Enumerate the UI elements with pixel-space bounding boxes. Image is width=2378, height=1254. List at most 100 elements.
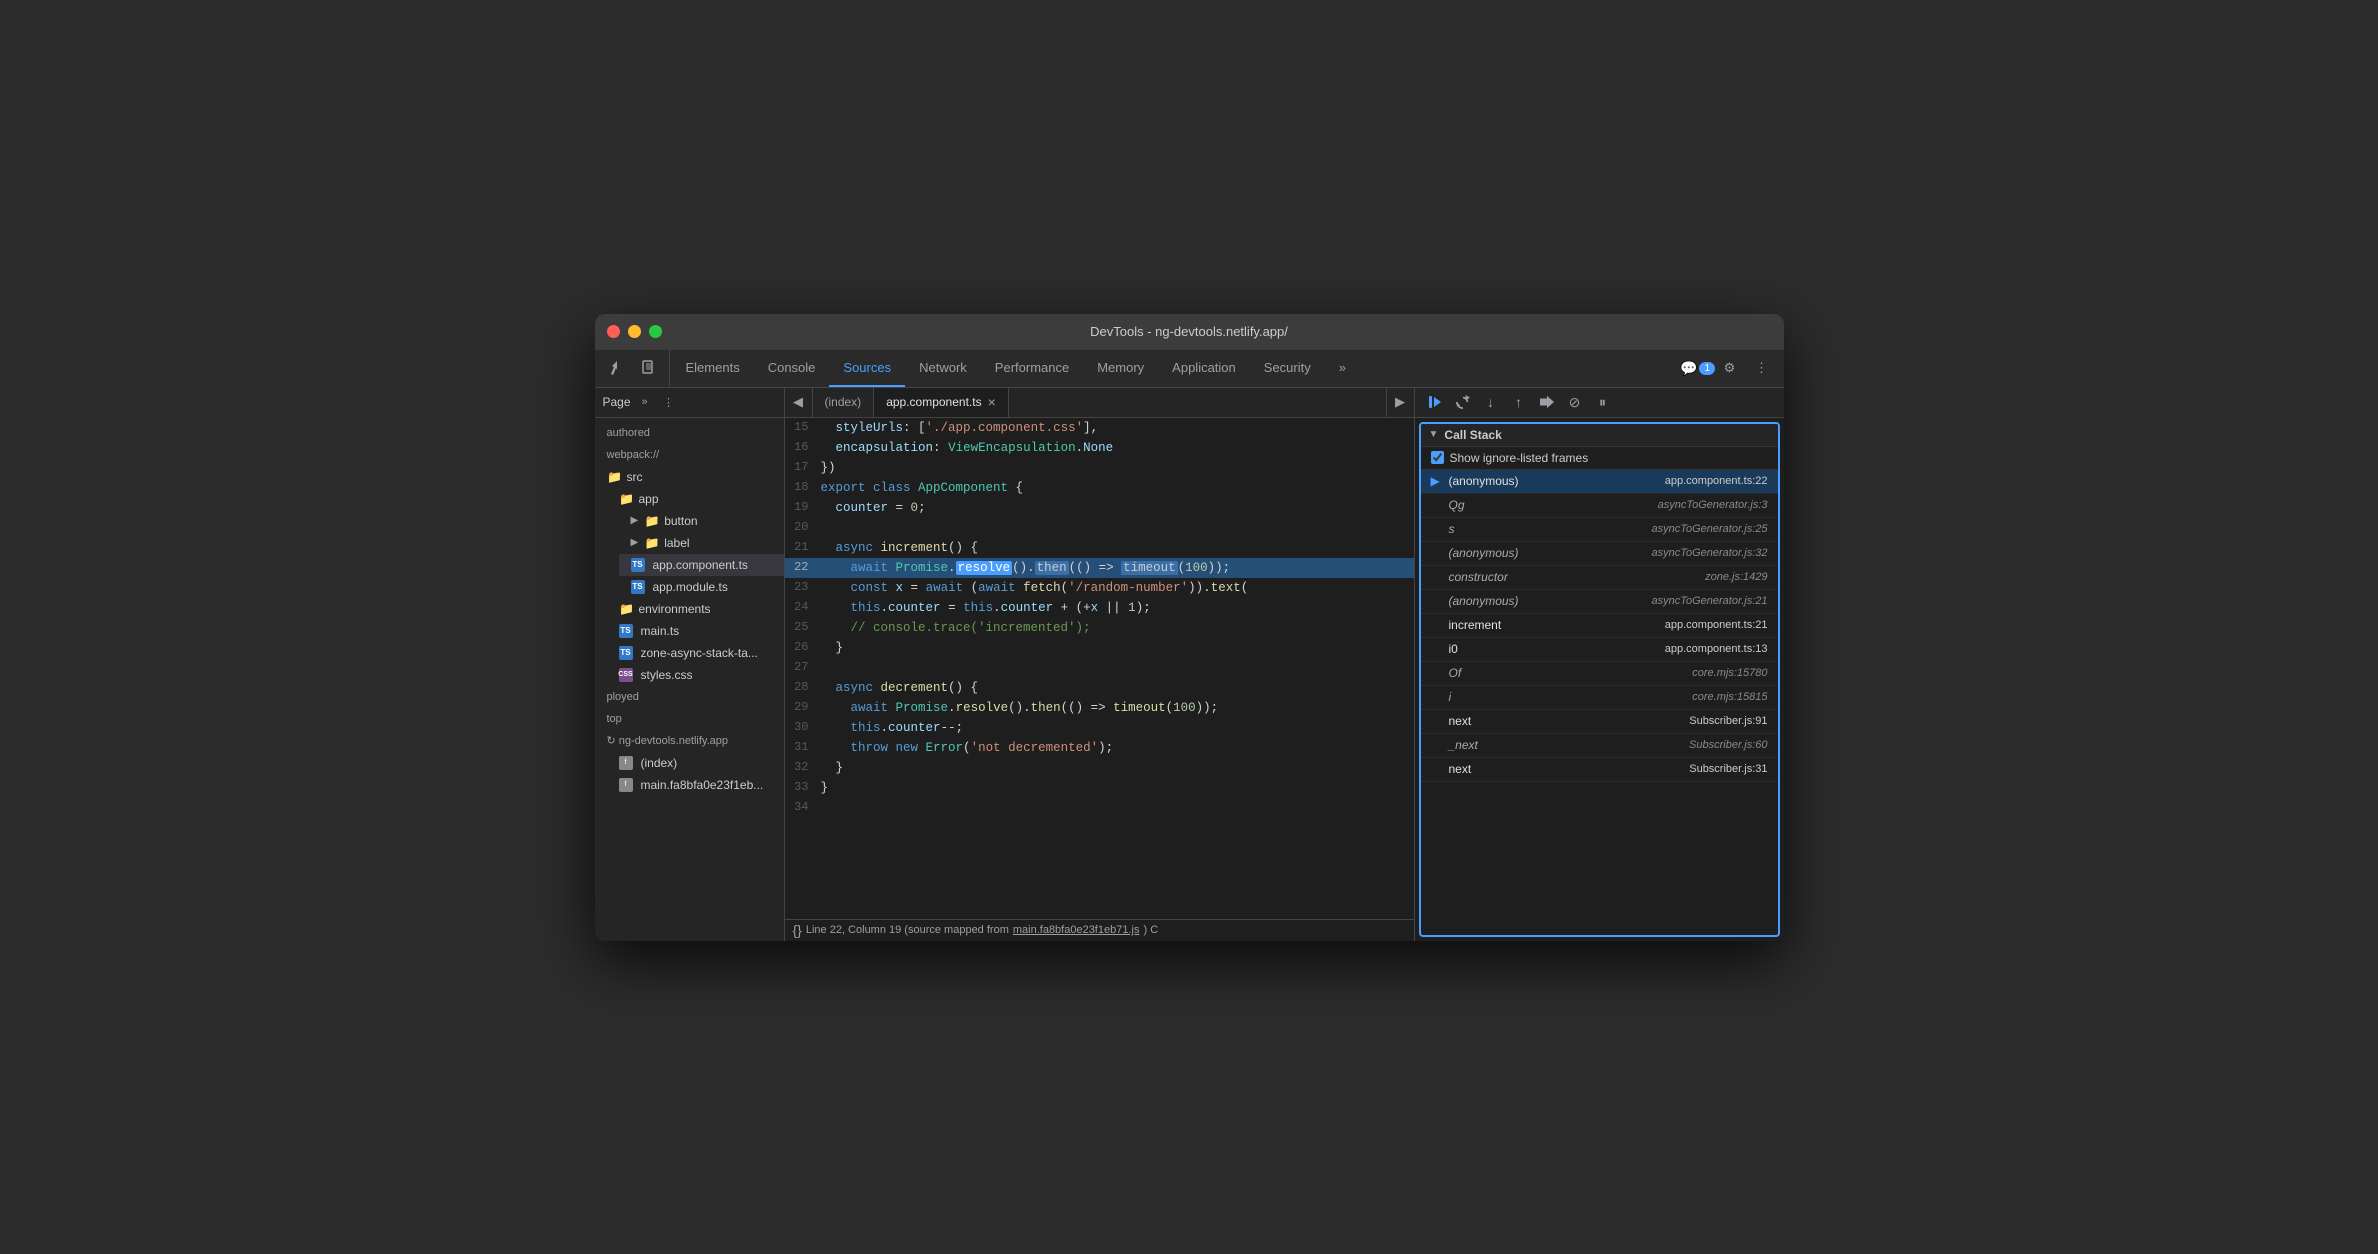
call-stack-item[interactable]: Ofcore.mjs:15780 [1421,662,1778,686]
sidebar-styles-css[interactable]: CSS styles.css [607,664,784,686]
ts-file-icon: TS [619,646,633,660]
maximize-button[interactable] [649,325,662,338]
editor-forward-btn[interactable]: ▶ [1386,388,1414,417]
tab-console[interactable]: Console [754,350,830,387]
sidebar-app-module-ts[interactable]: TS app.module.ts [619,576,784,598]
window-title: DevTools - ng-devtools.netlify.app/ [1090,324,1288,339]
code-line-25: 25 // console.trace('incremented'); [785,618,1414,638]
sidebar-main-ts[interactable]: TS main.ts [607,620,784,642]
code-line-17: 17 }) [785,458,1414,478]
call-stack-item[interactable]: i0app.component.ts:13 [1421,638,1778,662]
status-bar: {} Line 22, Column 19 (source mapped fro… [785,919,1414,941]
tab-elements[interactable]: Elements [672,350,754,387]
step-btn[interactable] [1535,390,1559,414]
call-stack-location: Subscriber.js:60 [1689,739,1767,751]
call-stack-item[interactable]: (anonymous)asyncToGenerator.js:32 [1421,542,1778,566]
call-stack-fn-name: _next [1449,738,1690,752]
step-into-btn[interactable]: ↓ [1479,390,1503,414]
minimize-button[interactable] [628,325,641,338]
call-stack-fn-name: next [1449,714,1690,728]
sidebar-menu-btn[interactable]: ⋮ [659,392,679,412]
pause-on-exceptions-btn[interactable]: ⏸ [1591,390,1615,414]
tab-more[interactable]: » [1325,350,1360,387]
tab-performance[interactable]: Performance [981,350,1083,387]
sidebar-top[interactable]: top [595,708,784,730]
sidebar-button-folder[interactable]: ▶ 📁 button [619,510,784,532]
call-stack-location: asyncToGenerator.js:32 [1652,547,1768,559]
code-line-24: 24 this.counter = this.counter + (+x || … [785,598,1414,618]
tab-memory[interactable]: Memory [1083,350,1158,387]
resume-btn[interactable] [1423,390,1447,414]
titlebar: DevTools - ng-devtools.netlify.app/ [595,314,1784,350]
call-stack-location: Subscriber.js:31 [1689,763,1767,775]
sidebar-environments-folder[interactable]: 📁 environments [607,598,784,620]
call-stack-location: core.mjs:15815 [1692,691,1767,703]
folder-icon: 📁 [619,491,635,507]
code-line-34: 34 [785,798,1414,818]
step-over-btn[interactable] [1451,390,1475,414]
call-stack-item[interactable]: icore.mjs:15815 [1421,686,1778,710]
code-editor[interactable]: 15 styleUrls: ['./app.component.css'], 1… [785,418,1414,919]
call-stack-item[interactable]: QgasyncToGenerator.js:3 [1421,494,1778,518]
call-stack-location: asyncToGenerator.js:25 [1652,523,1768,535]
deactivate-breakpoints-btn[interactable]: ⊘ [1563,390,1587,414]
close-button[interactable] [607,325,620,338]
source-map-link[interactable]: main.fa8bfa0e23f1eb71.js [1013,924,1140,936]
folder-icon: 📁 [607,469,623,485]
sidebar-file-tree: authored webpack:// 📁 src 📁 app ▶ 📁 butt… [595,418,784,941]
call-stack-panel: ▼ Call Stack Show ignore-listed frames ▶… [1419,422,1780,937]
show-ignore-checkbox[interactable] [1431,451,1444,464]
tab-security[interactable]: Security [1250,350,1325,387]
sidebar-authored[interactable]: authored [595,422,784,444]
call-stack-item[interactable]: nextSubscriber.js:31 [1421,758,1778,782]
tab-sources[interactable]: Sources [829,350,905,387]
inspect-icon[interactable] [607,356,631,380]
folder-icon: 📁 [644,513,660,529]
settings-btn[interactable]: ⚙ [1716,354,1744,382]
tab-network[interactable]: Network [905,350,981,387]
call-stack-item[interactable]: constructorzone.js:1429 [1421,566,1778,590]
console-badge-btn[interactable]: 💬 1 [1684,354,1712,382]
sidebar-netlify-domain[interactable]: ↻ ng-devtools.netlify.app [595,730,784,752]
sidebar-src-folder[interactable]: 📁 src [595,466,784,488]
call-stack-item[interactable]: _nextSubscriber.js:60 [1421,734,1778,758]
tab-application[interactable]: Application [1158,350,1250,387]
call-stack-header[interactable]: ▼ Call Stack [1421,424,1778,447]
file-sidebar: Page » ⋮ authored webpack:// 📁 src 📁 app [595,388,785,941]
step-out-btn[interactable]: ↑ [1507,390,1531,414]
code-line-29: 29 await Promise.resolve().then(() => ti… [785,698,1414,718]
call-stack-title: Call Stack [1444,428,1501,442]
device-icon[interactable] [637,356,661,380]
call-stack-item[interactable]: nextSubscriber.js:91 [1421,710,1778,734]
code-line-28: 28 async decrement() { [785,678,1414,698]
more-options-btn[interactable]: ⋮ [1748,354,1776,382]
code-line-16: 16 encapsulation: ViewEncapsulation.None [785,438,1414,458]
sidebar-index-file[interactable]: f (index) [607,752,784,774]
call-stack-item[interactable]: ▶(anonymous)app.component.ts:22 [1421,470,1778,494]
call-stack-item[interactable]: sasyncToGenerator.js:25 [1421,518,1778,542]
call-stack-fn-name: Of [1449,666,1693,680]
sidebar-label-folder[interactable]: ▶ 📁 label [619,532,784,554]
editor-tab-index[interactable]: (index) [813,388,875,417]
tab-close-btn[interactable]: × [988,395,996,409]
show-ignore-label: Show ignore-listed frames [1450,451,1589,465]
call-stack-location: asyncToGenerator.js:21 [1652,595,1768,607]
devtools-nav: Elements Console Sources Network Perform… [595,350,1784,388]
call-stack-location: app.component.ts:22 [1665,475,1768,487]
sidebar-ployed[interactable]: ployed [595,686,784,708]
code-line-23: 23 const x = await (await fetch('/random… [785,578,1414,598]
sidebar-webpack[interactable]: webpack:// [595,444,784,466]
sidebar-app-component-ts[interactable]: TS app.component.ts [619,554,784,576]
editor-back-btn[interactable]: ◀ [785,388,813,417]
call-stack-location: app.component.ts:13 [1665,643,1768,655]
css-file-icon: CSS [619,668,633,682]
sidebar-more-btn[interactable]: » [635,392,655,412]
editor-tab-app-component[interactable]: app.component.ts × [874,388,1009,417]
traffic-lights [607,325,662,338]
call-stack-item[interactable]: (anonymous)asyncToGenerator.js:21 [1421,590,1778,614]
call-stack-item[interactable]: incrementapp.component.ts:21 [1421,614,1778,638]
sidebar-main-bundle[interactable]: f main.fa8bfa0e23f1eb... [607,774,784,796]
sidebar-app-folder[interactable]: 📁 app [607,488,784,510]
call-stack-fn-name: (anonymous) [1449,594,1652,608]
sidebar-zone-ts[interactable]: TS zone-async-stack-ta... [607,642,784,664]
